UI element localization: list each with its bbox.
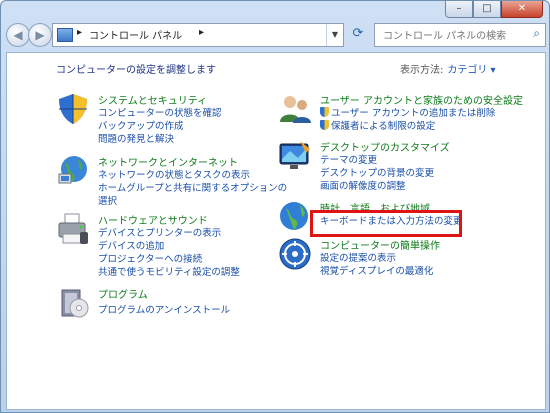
shield-icon[interactable] bbox=[56, 92, 90, 126]
parental-controls-link[interactable]: 保護者による制限の設定 bbox=[320, 118, 435, 132]
programs-title[interactable]: プログラム bbox=[98, 286, 148, 301]
homegroup-options-link[interactable]: ホームグループと共有に関するオプションの bbox=[98, 180, 287, 194]
control-panel-window: – □ ✕ ◀ ▶ ▸ コントロール パネル ▸ ▼ ⟳ ⌕ コンピューターの設… bbox=[0, 0, 550, 413]
category-user-accounts: ユーザー アカウントと家族のための安全設定 ユーザー アカウントの追加または削除… bbox=[278, 92, 538, 132]
globe-clock-icon[interactable] bbox=[278, 200, 312, 234]
breadcrumb-control-panel[interactable]: コントロール パネル bbox=[89, 27, 182, 42]
control-panel-icon bbox=[57, 28, 73, 42]
main-content: コンピューターの設定を調整します 表示方法: カテゴリ ▾ システムとセキュリティ… bbox=[6, 52, 546, 410]
forward-button[interactable]: ▶ bbox=[28, 23, 52, 47]
view-by-dropdown[interactable]: カテゴリ ▾ bbox=[447, 65, 495, 76]
uac-shield-icon bbox=[320, 107, 329, 117]
ease-of-access-icon[interactable] bbox=[278, 237, 312, 271]
close-button[interactable]: ✕ bbox=[501, 1, 543, 18]
add-device-link[interactable]: デバイスの追加 bbox=[98, 238, 164, 252]
view-by: 表示方法: カテゴリ ▾ bbox=[400, 61, 496, 76]
category-programs: プログラム プログラムのアンインストール bbox=[56, 286, 286, 322]
programs-icon[interactable] bbox=[56, 286, 90, 320]
navigation-bar: ◀ ▶ ▸ コントロール パネル ▸ ▼ ⟳ ⌕ bbox=[6, 22, 546, 48]
address-dropdown-icon[interactable]: ▼ bbox=[326, 24, 343, 46]
desktop-personalization-icon[interactable] bbox=[278, 139, 312, 173]
add-remove-user-link[interactable]: ユーザー アカウントの追加または削除 bbox=[320, 105, 495, 119]
refresh-icon[interactable]: ⟳ bbox=[346, 23, 370, 47]
users-icon[interactable] bbox=[278, 92, 312, 126]
uac-shield-icon bbox=[320, 120, 329, 130]
back-button[interactable]: ◀ bbox=[6, 23, 30, 47]
category-system-security: システムとセキュリティ コンピューターの状態を確認 バックアップの作成 問題の発… bbox=[56, 92, 286, 145]
forward-arrow-icon: ▶ bbox=[35, 28, 45, 42]
category-network-internet: ネットワークとインターネット ネットワークの状態とタスクの表示 ホームグループと… bbox=[56, 154, 287, 207]
search-input[interactable] bbox=[381, 30, 525, 43]
create-backup-link[interactable]: バックアップの作成 bbox=[98, 118, 184, 132]
change-theme-link[interactable]: テーマの変更 bbox=[320, 152, 377, 166]
breadcrumb-separator-icon[interactable]: ▸ bbox=[199, 27, 204, 38]
page-title: コンピューターの設定を調整します bbox=[56, 65, 216, 76]
optimize-visual-display-link[interactable]: 視覚ディスプレイの最適化 bbox=[320, 263, 433, 277]
printer-icon[interactable] bbox=[56, 212, 90, 246]
view-by-label: 表示方法: bbox=[400, 65, 444, 76]
network-status-link[interactable]: ネットワークの状態とタスクの表示 bbox=[98, 167, 250, 181]
homegroup-options-link-cont[interactable]: 選択 bbox=[98, 193, 117, 207]
back-arrow-icon: ◀ bbox=[13, 28, 23, 42]
search-icon[interactable]: ⌕ bbox=[533, 26, 540, 41]
minimize-button[interactable]: – bbox=[445, 1, 473, 18]
devices-printers-link[interactable]: デバイスとプリンターの表示 bbox=[98, 225, 221, 239]
network-globe-icon[interactable] bbox=[56, 154, 90, 188]
highlight-box bbox=[310, 210, 462, 237]
troubleshoot-link[interactable]: 問題の発見と解決 bbox=[98, 131, 174, 145]
search-box[interactable]: ⌕ bbox=[374, 23, 546, 47]
category-ease-of-access: コンピューターの簡単操作 設定の提案の表示 視覚ディスプレイの最適化 bbox=[278, 237, 538, 277]
connect-projector-link[interactable]: プロジェクターへの接続 bbox=[98, 251, 202, 265]
caption-buttons: – □ ✕ bbox=[445, 1, 543, 18]
maximize-button[interactable]: □ bbox=[473, 1, 501, 18]
check-computer-status-link[interactable]: コンピューターの状態を確認 bbox=[98, 105, 222, 119]
breadcrumb-separator-icon: ▸ bbox=[77, 27, 83, 38]
category-hardware-sound: ハードウェアとサウンド デバイスとプリンターの表示 デバイスの追加 プロジェクタ… bbox=[56, 212, 286, 278]
category-appearance: デスクトップのカスタマイズ テーマの変更 デスクトップの背景の変更 画面の解像度… bbox=[278, 139, 538, 192]
change-background-link[interactable]: デスクトップの背景の変更 bbox=[320, 165, 434, 179]
adjust-resolution-link[interactable]: 画面の解像度の調整 bbox=[320, 178, 406, 192]
address-bar[interactable]: ▸ コントロール パネル ▸ ▼ bbox=[52, 23, 344, 47]
recommended-settings-link[interactable]: 設定の提案の表示 bbox=[320, 250, 396, 264]
uninstall-program-link[interactable]: プログラムのアンインストール bbox=[98, 302, 230, 316]
mobility-settings-link[interactable]: 共通で使うモビリティ設定の調整 bbox=[98, 264, 240, 278]
